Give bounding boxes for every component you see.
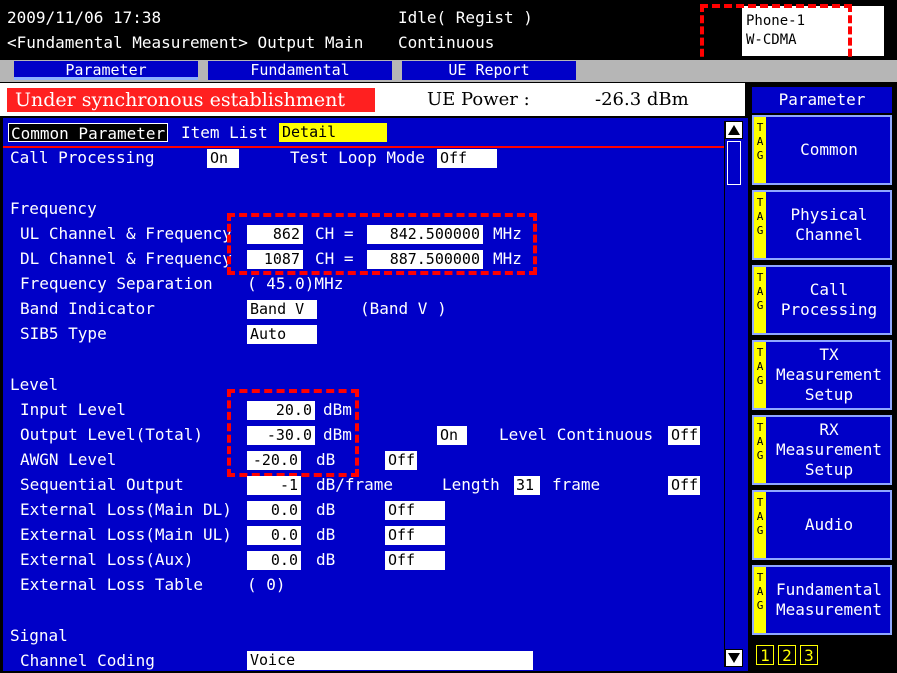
sequential-output-field[interactable]: -1 — [247, 476, 301, 495]
signal-section-title: Signal — [10, 626, 68, 645]
screen-title: <Fundamental Measurement> Output Main — [7, 33, 364, 52]
softkey-call-processing[interactable]: TAG Call Processing — [752, 265, 892, 335]
tab-ue-report[interactable]: UE Report — [402, 61, 576, 80]
ue-power-label: UE Power : — [427, 89, 530, 110]
softkey-tx-measurement-setup[interactable]: TAG TX Measurement Setup — [752, 340, 892, 410]
test-loop-mode-label: Test Loop Mode — [290, 148, 425, 167]
input-level-label: Input Level — [20, 400, 126, 419]
external-loss-table-value: ( 0) — [247, 575, 286, 594]
awgn-level-label: AWGN Level — [20, 450, 117, 469]
annotation-box-frequency — [227, 213, 537, 275]
softkey-audio-label: Audio — [804, 515, 854, 534]
awgn-off-field[interactable]: Off — [385, 451, 417, 470]
subtab-detail[interactable]: Detail — [279, 123, 387, 142]
ul-channel-label: UL Channel & Frequency — [20, 224, 232, 243]
frequency-section-title: Frequency — [10, 199, 97, 218]
sib5-type-field[interactable]: Auto — [247, 325, 317, 344]
call-processing-field[interactable]: On — [207, 149, 239, 168]
vertical-scrollbar[interactable] — [724, 121, 745, 667]
sync-status-banner: Under synchronous establishment — [7, 88, 375, 112]
output-level-on-field[interactable]: On — [437, 426, 467, 445]
output-level-label: Output Level(Total) — [20, 425, 204, 444]
call-processing-label: Call Processing — [10, 148, 155, 167]
length-field[interactable]: 31 — [514, 476, 540, 495]
ue-power-value: -26.3 dBm — [595, 89, 689, 110]
page-1-button[interactable]: 1 — [756, 645, 774, 665]
scroll-down-button[interactable] — [725, 649, 743, 667]
softkey-fundamental-measurement[interactable]: TAG Fundamental Measurement — [752, 565, 892, 635]
tag-marker: TAG — [754, 342, 766, 408]
external-loss-aux-label: External Loss(Aux) — [20, 550, 194, 569]
sequential-off-field[interactable]: Off — [668, 476, 700, 495]
tag-marker: TAG — [754, 417, 766, 483]
annotation-box-level — [227, 389, 359, 477]
call-state: Idle( Regist ) — [398, 8, 533, 27]
tag-marker: TAG — [754, 192, 766, 258]
tag-marker: TAG — [754, 567, 766, 633]
frequency-separation-label: Frequency Separation — [20, 274, 213, 293]
page-3-button[interactable]: 3 — [800, 645, 818, 665]
tag-marker: TAG — [754, 492, 766, 558]
annotation-box-phone — [700, 4, 852, 68]
external-loss-main-dl-label: External Loss(Main DL) — [20, 500, 232, 519]
triangle-up-icon — [728, 125, 740, 135]
page-2-button[interactable]: 2 — [778, 645, 796, 665]
measurement-mode: Continuous — [398, 33, 495, 52]
softkey-tx-measurement-setup-label: TX Measurement Setup — [776, 345, 882, 404]
sequential-output-unit: dB/frame — [316, 475, 394, 494]
level-continuous-field[interactable]: Off — [668, 426, 700, 445]
subtab-item-list[interactable]: Item List — [181, 123, 268, 143]
scroll-thumb[interactable] — [727, 141, 741, 185]
external-loss-main-dl-unit: dB — [316, 500, 336, 519]
channel-coding-label: Channel Coding — [20, 651, 155, 670]
softkey-physical-channel-label: Physical Channel — [790, 205, 868, 244]
external-loss-main-dl-off[interactable]: Off — [385, 501, 445, 520]
external-loss-main-ul-field[interactable]: 0.0 — [247, 526, 301, 545]
frequency-separation-value: ( 45.0)MHz — [247, 274, 344, 293]
softkey-call-processing-label: Call Processing — [780, 280, 878, 319]
softkey-common-label: Common — [800, 140, 858, 159]
external-loss-main-ul-label: External Loss(Main UL) — [20, 525, 232, 544]
sidebar-header: Parameter — [752, 87, 892, 113]
test-loop-mode-field[interactable]: Off — [437, 149, 497, 168]
level-section-title: Level — [10, 375, 59, 394]
softkey-physical-channel[interactable]: TAG Physical Channel — [752, 190, 892, 260]
external-loss-aux-field[interactable]: 0.0 — [247, 551, 301, 570]
band-indicator-field[interactable]: Band V — [247, 300, 317, 319]
softkey-audio[interactable]: TAG Audio — [752, 490, 892, 560]
external-loss-aux-unit: dB — [316, 550, 336, 569]
softkey-common[interactable]: TAG Common — [752, 115, 892, 185]
band-indicator-label: Band Indicator — [20, 299, 155, 318]
external-loss-table-label: External Loss Table — [20, 575, 204, 594]
scroll-up-button[interactable] — [725, 121, 743, 139]
tag-marker: TAG — [754, 267, 766, 333]
softkey-rx-measurement-setup-label: RX Measurement Setup — [776, 420, 882, 479]
tab-fundamental[interactable]: Fundamental — [208, 61, 392, 80]
softkey-rx-measurement-setup[interactable]: TAG RX Measurement Setup — [752, 415, 892, 485]
external-loss-main-ul-off[interactable]: Off — [385, 526, 445, 545]
channel-coding-field[interactable]: Voice — [247, 651, 533, 670]
tab-parameter[interactable]: Parameter — [14, 61, 198, 80]
softkey-fundamental-measurement-label: Fundamental Measurement — [776, 580, 882, 619]
external-loss-main-dl-field[interactable]: 0.0 — [247, 501, 301, 520]
datetime: 2009/11/06 17:38 — [7, 8, 162, 27]
length-label: Length — [442, 475, 500, 494]
band-indicator-actual: (Band V ) — [360, 299, 447, 318]
level-continuous-label: Level Continuous — [499, 425, 654, 444]
anritsu-screen: 2009/11/06 17:38 <Fundamental Measuremen… — [0, 0, 897, 673]
sib5-type-label: SIB5 Type — [20, 324, 107, 343]
tag-marker: TAG — [754, 117, 766, 183]
dl-channel-label: DL Channel & Frequency — [20, 249, 232, 268]
subtab-common-parameter[interactable]: Common Parameter — [8, 123, 169, 143]
external-loss-main-ul-unit: dB — [316, 525, 336, 544]
sequential-output-label: Sequential Output — [20, 475, 184, 494]
triangle-down-icon — [728, 653, 740, 663]
external-loss-aux-off[interactable]: Off — [385, 551, 445, 570]
frame-unit: frame — [552, 475, 601, 494]
